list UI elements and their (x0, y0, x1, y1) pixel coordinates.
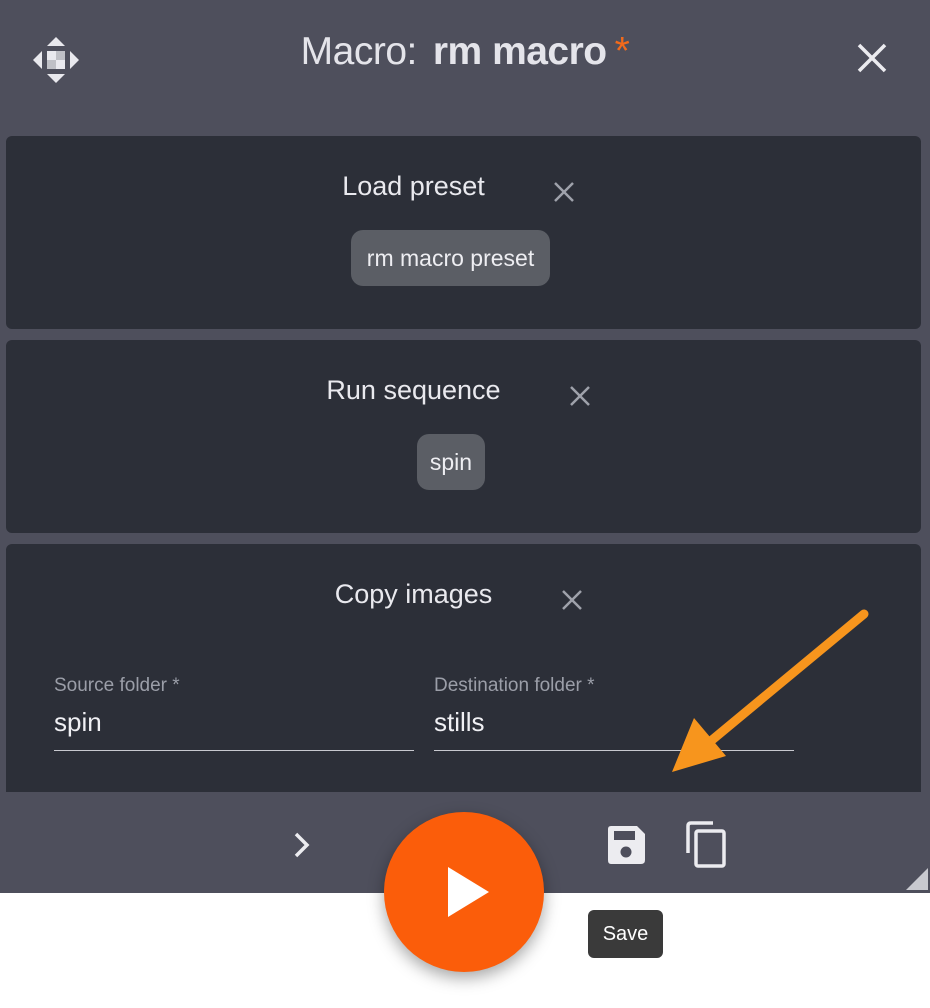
play-icon (448, 867, 489, 917)
destination-folder-field[interactable]: Destination folder * stills (434, 675, 794, 751)
macro-name: rm macro (432, 30, 607, 73)
save-tooltip: Save (588, 910, 663, 958)
step-card-copy-images: Copy images Source folder * spin Destina… (6, 544, 921, 804)
resize-handle-icon[interactable] (906, 868, 928, 890)
step-title: Copy images (334, 579, 493, 609)
step-title: Load preset (342, 171, 485, 201)
chevron-right-icon[interactable] (289, 830, 315, 860)
step-card-load-preset: Load preset rm macro preset (6, 136, 921, 329)
source-folder-field[interactable]: Source folder * spin (54, 675, 414, 751)
step-card-run-sequence: Run sequence spin (6, 340, 921, 533)
title-label: Macro: (300, 30, 418, 73)
destination-folder-input[interactable]: stills (434, 707, 794, 751)
close-dialog-icon[interactable] (852, 38, 892, 78)
unsaved-indicator: * (614, 30, 630, 73)
source-folder-input[interactable]: spin (54, 707, 414, 751)
remove-step-icon[interactable] (549, 177, 579, 207)
sequence-chip[interactable]: spin (417, 434, 485, 490)
macro-dialog: Macro: rm macro * Load preset rm macro pre… (0, 0, 930, 893)
dialog-title: Macro: rm macro * (0, 30, 930, 74)
source-folder-label: Source folder * (54, 675, 180, 696)
run-macro-button[interactable] (384, 812, 544, 972)
step-title: Run sequence (326, 375, 501, 405)
destination-folder-label: Destination folder * (434, 675, 595, 696)
preset-chip[interactable]: rm macro preset (351, 230, 550, 286)
copy-icon[interactable] (684, 821, 728, 869)
save-icon[interactable] (606, 825, 646, 865)
remove-step-icon[interactable] (557, 585, 587, 615)
remove-step-icon[interactable] (565, 381, 595, 411)
